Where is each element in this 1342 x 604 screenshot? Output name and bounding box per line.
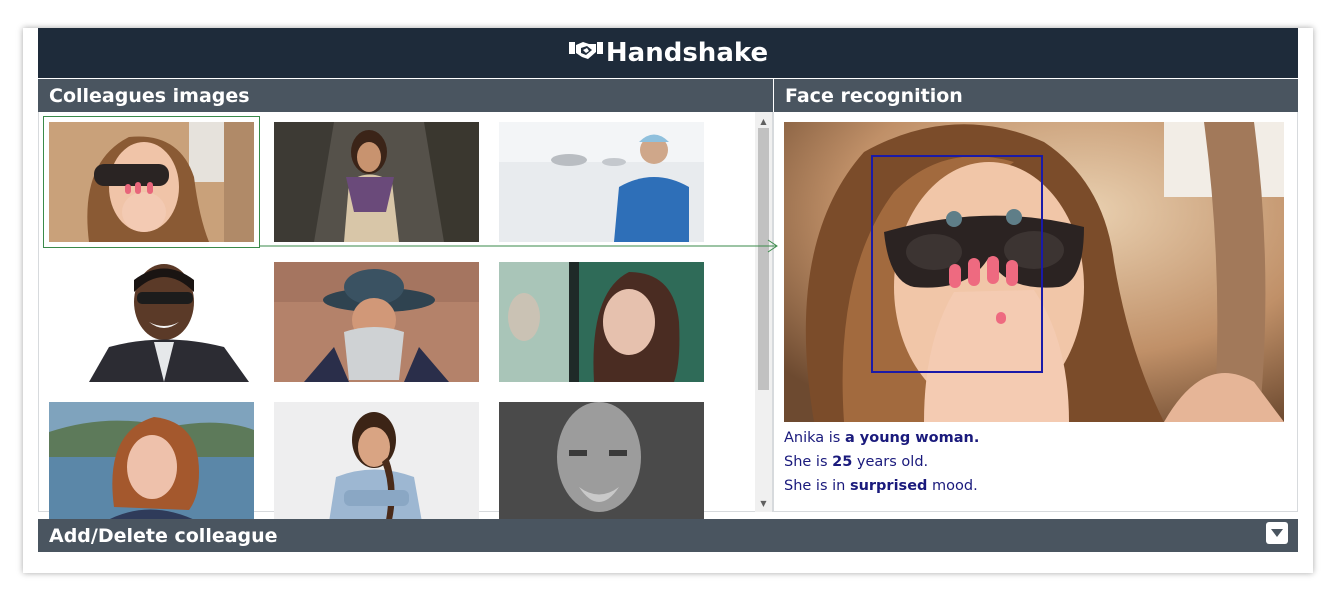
thumb-woman-sunglasses[interactable] (43, 116, 260, 248)
scroll-thumb[interactable] (758, 128, 769, 390)
thumb-surgeon[interactable] (499, 122, 704, 242)
description-line-age: She is 25 years old. (784, 454, 929, 470)
description-line-identity: Anika is a young woman. (784, 430, 980, 446)
mood-value: surprised (849, 478, 928, 494)
face-recognition-title: Face recognition (774, 79, 1298, 112)
thumb-redhead-woman[interactable] (49, 402, 254, 522)
thumb-man-sunglasses[interactable] (49, 262, 254, 382)
thumb-woman-scarf[interactable] (274, 122, 479, 242)
brand: Handshake (568, 38, 768, 69)
scroll-down-icon[interactable]: ▼ (755, 496, 772, 510)
chevron-down-icon[interactable] (1266, 522, 1288, 544)
face-detection-box (871, 155, 1043, 373)
colleagues-images-title: Colleagues images (38, 79, 773, 112)
description-line-mood: She is in surprised mood. (784, 478, 978, 494)
thumb-woman-braid[interactable] (274, 402, 479, 522)
thumb-bald-man[interactable] (499, 402, 704, 522)
scroll-up-icon[interactable]: ▲ (755, 114, 772, 128)
recognition-description: Anika is a young woman. She is 25 years … (784, 426, 979, 498)
thumb-old-man-hat[interactable] (274, 262, 479, 382)
app-header: Handshake (38, 28, 1298, 78)
app-title: Handshake (605, 38, 769, 68)
add-delete-colleague-bar[interactable]: Add/Delete colleague (38, 519, 1298, 552)
gallery-scrollbar[interactable]: ▲ ▼ (755, 112, 772, 512)
add-delete-colleague-title: Add/Delete colleague (49, 524, 278, 547)
thumb-woman-window[interactable] (499, 262, 704, 382)
age-value: 25 (832, 454, 853, 470)
handshake-icon (568, 38, 604, 69)
identity-value: a young woman. (844, 430, 980, 446)
